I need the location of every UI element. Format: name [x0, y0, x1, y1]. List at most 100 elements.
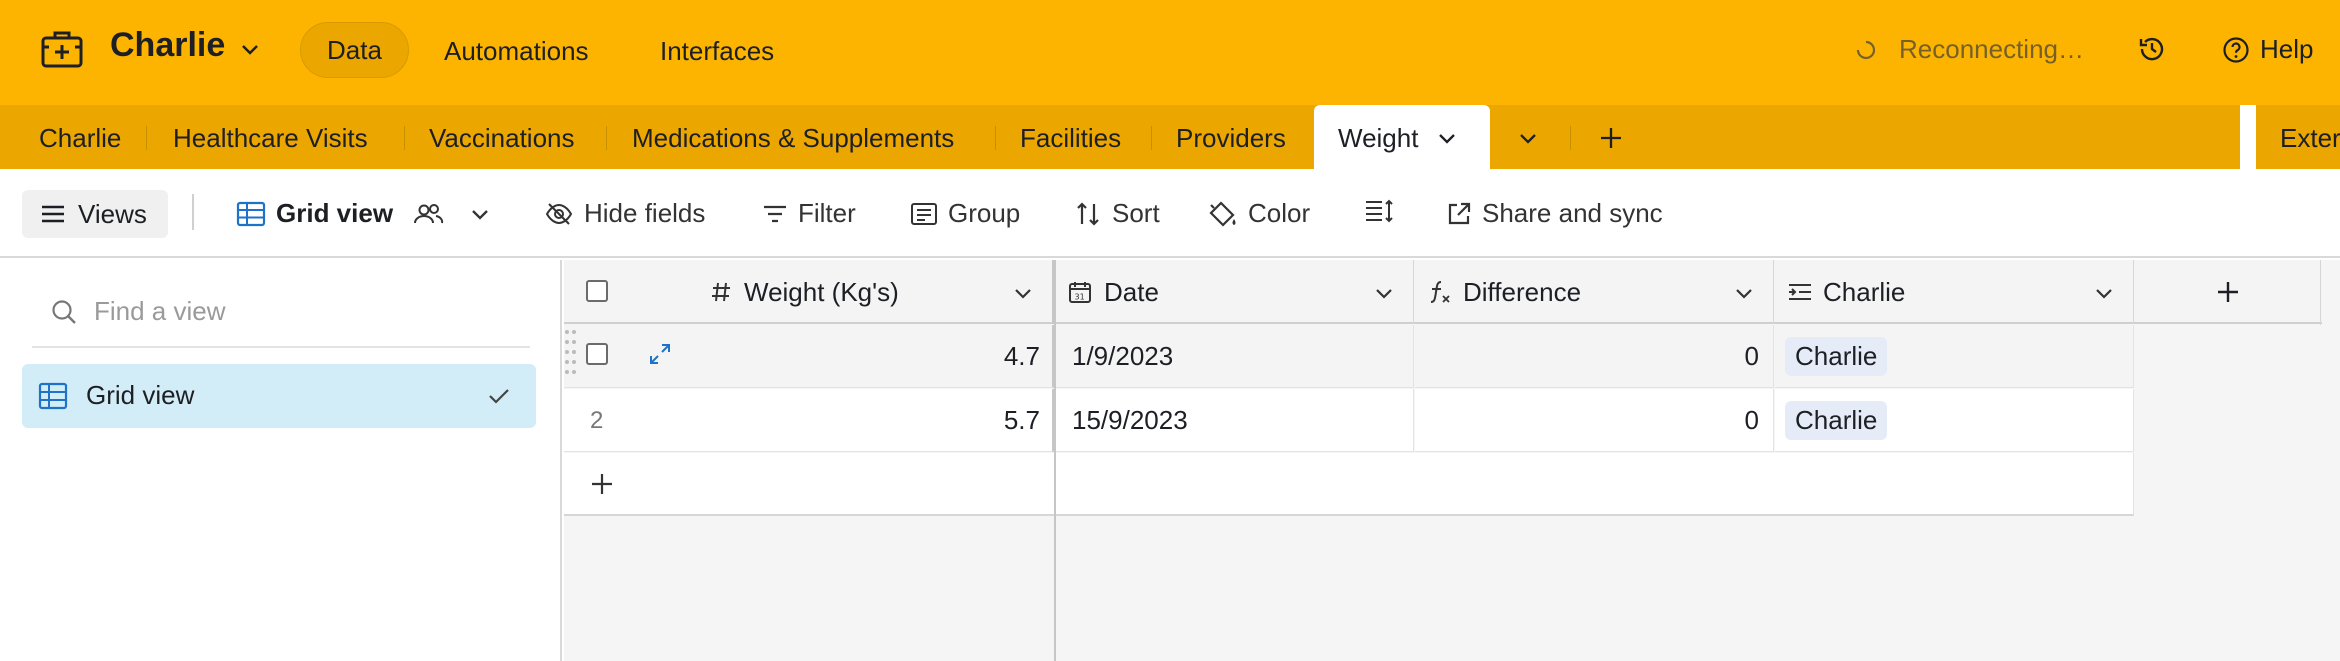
column-label: Charlie: [1823, 276, 1906, 307]
frozen-column-divider[interactable]: [1054, 260, 1056, 661]
filter-icon: [764, 205, 786, 222]
tab-facilities[interactable]: Facilities: [1020, 123, 1121, 154]
cell-charlie[interactable]: Charlie: [1775, 325, 2134, 388]
hamburger-icon: [42, 205, 64, 223]
cell-date[interactable]: 1/9/2023: [1056, 325, 1414, 388]
column-header-weight[interactable]: Weight (Kg's): [696, 260, 1054, 324]
tab-providers[interactable]: Providers: [1176, 123, 1286, 154]
row-height-button[interactable]: [1364, 198, 1394, 224]
add-record-row-fill[interactable]: [1056, 453, 2134, 516]
linked-record-pill[interactable]: Charlie: [1785, 400, 1888, 440]
svg-text:31: 31: [1075, 293, 1085, 302]
select-all-checkbox[interactable]: [586, 280, 608, 302]
chevron-down-icon[interactable]: [1733, 282, 1755, 304]
hide-fields-label: Hide fields: [584, 198, 706, 228]
group-icon: [911, 202, 937, 225]
share-and-sync-button[interactable]: Share and sync: [1446, 198, 1663, 229]
views-button[interactable]: Views: [22, 190, 168, 238]
toolbar-divider: [192, 194, 194, 230]
drag-handle-icon[interactable]: [564, 328, 578, 382]
nav-interfaces[interactable]: Interfaces: [660, 36, 774, 67]
sort-icon: [1077, 201, 1099, 226]
reconnecting-status: Reconnecting…: [1855, 34, 2084, 65]
grid-icon: [38, 382, 68, 410]
linked-record-icon: [1789, 284, 1811, 300]
find-view-search[interactable]: Find a view: [50, 296, 226, 327]
tab-vaccinations[interactable]: Vaccinations: [429, 123, 575, 154]
formula-icon: [1430, 281, 1450, 303]
help-button[interactable]: Help: [2222, 34, 2313, 65]
tab-divider: [1570, 126, 1571, 150]
tab-divider: [995, 126, 996, 150]
filter-label: Filter: [798, 198, 856, 228]
cell-difference[interactable]: 0: [1415, 389, 1774, 452]
base-icon[interactable]: [40, 27, 84, 71]
column-header-charlie[interactable]: Charlie: [1775, 260, 2134, 324]
row-checkbox[interactable]: [586, 343, 608, 365]
chevron-down-icon[interactable]: [1012, 282, 1034, 304]
views-label: Views: [78, 198, 147, 229]
share-and-sync-label: Share and sync: [1482, 198, 1663, 228]
chevron-down-icon[interactable]: [2093, 282, 2115, 304]
group-button[interactable]: Group: [910, 198, 1020, 229]
calendar-icon: 31: [1069, 282, 1091, 303]
color-button[interactable]: Color: [1208, 198, 1310, 229]
tab-healthcare-visits[interactable]: Healthcare Visits: [173, 123, 368, 154]
column-label: Difference: [1463, 276, 1582, 307]
tab-divider: [146, 126, 147, 150]
tab-divider: [606, 126, 607, 150]
hide-fields-button[interactable]: Hide fields: [544, 198, 705, 229]
grid-view-switcher[interactable]: Grid view: [236, 198, 491, 229]
tab-divider: [404, 126, 405, 150]
add-record-row[interactable]: [564, 453, 1054, 516]
plus-icon: [2217, 282, 2238, 302]
cell-weight[interactable]: 4.7: [696, 325, 1054, 388]
chevron-down-icon[interactable]: [238, 38, 262, 62]
chevron-down-icon[interactable]: [1436, 127, 1458, 149]
column-header-difference[interactable]: Difference: [1415, 260, 1774, 324]
tab-charlie[interactable]: Charlie: [39, 123, 121, 154]
sort-button[interactable]: Sort: [1074, 198, 1160, 229]
column-label: Weight (Kg's): [744, 276, 899, 307]
find-view-placeholder: Find a view: [94, 296, 226, 326]
cell-weight[interactable]: 5.7: [696, 389, 1054, 452]
search-underline: [32, 346, 530, 348]
expand-record-icon[interactable]: [648, 342, 672, 366]
plus-icon: [592, 473, 612, 494]
search-icon: [52, 299, 76, 324]
check-icon: [486, 383, 512, 409]
column-label: Date: [1104, 276, 1159, 307]
header-edge: [2320, 260, 2321, 325]
external-link-icon: [1448, 202, 1471, 224]
column-header-date[interactable]: 31 Date: [1056, 260, 1414, 324]
tab-divider: [1151, 126, 1152, 150]
row-number: 2: [590, 407, 604, 434]
cell-date[interactable]: 15/9/2023: [1056, 389, 1414, 452]
number-field-icon: [712, 282, 730, 302]
history-icon[interactable]: [2137, 34, 2167, 64]
eye-off-icon: [545, 202, 573, 225]
add-field-button[interactable]: [2135, 260, 2321, 324]
add-table-icon[interactable]: [1596, 123, 1626, 153]
cell-charlie[interactable]: Charlie: [1775, 389, 2134, 452]
help-icon: [2223, 36, 2249, 63]
nav-automations[interactable]: Automations: [444, 36, 589, 67]
base-name[interactable]: Charlie: [110, 26, 225, 65]
sort-label: Sort: [1112, 198, 1160, 228]
chevron-down-icon: [472, 209, 488, 220]
chevron-down-icon[interactable]: [1373, 282, 1395, 304]
group-label: Group: [948, 198, 1021, 228]
tab-medications-supplements[interactable]: Medications & Supplements: [632, 123, 954, 154]
nav-data[interactable]: Data: [300, 22, 409, 78]
extensions-tab-label: Exter: [2280, 123, 2340, 153]
spinner-icon: [1856, 40, 1876, 59]
all-tables-chevron-icon[interactable]: [1516, 126, 1540, 150]
reconnecting-label: Reconnecting…: [1899, 34, 2084, 64]
linked-record-pill[interactable]: Charlie: [1785, 336, 1888, 376]
grid-view-label: Grid view: [276, 198, 394, 228]
filter-button[interactable]: Filter: [762, 198, 856, 229]
color-label: Color: [1248, 198, 1311, 228]
sidebar-item-label: Grid view: [86, 380, 195, 410]
collaborative-users-icon: [414, 203, 444, 223]
cell-difference[interactable]: 0: [1415, 325, 1774, 388]
